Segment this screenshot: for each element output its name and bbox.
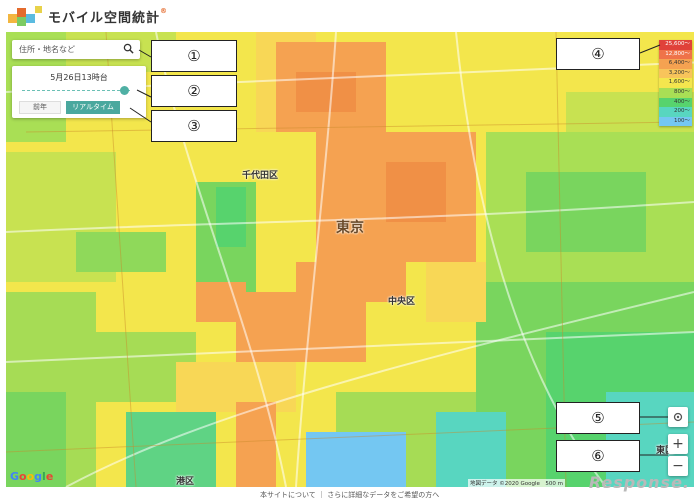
callout-4: ④ [556, 38, 640, 70]
zoom-in-button[interactable]: + [668, 434, 688, 454]
google-logo: Google [10, 470, 54, 483]
footer-links[interactable]: 本サイトについて ｜ さらに詳細なデータをご希望の方へ [260, 490, 439, 500]
locate-button[interactable] [668, 407, 688, 427]
locate-icon [673, 412, 683, 422]
callout-3: ③ [151, 110, 237, 142]
callout-2: ② [151, 75, 237, 107]
callout-1: ① [151, 40, 237, 72]
footer: 本サイトについて ｜ さらに詳細なデータをご希望の方へ Response. [0, 473, 700, 502]
callout-5: ⑤ [556, 402, 640, 434]
map-credits[interactable]: 地図データ ©2020 Google 500 m [468, 479, 565, 487]
watermark-brand: Response. [588, 473, 690, 492]
callout-6: ⑥ [556, 440, 640, 472]
